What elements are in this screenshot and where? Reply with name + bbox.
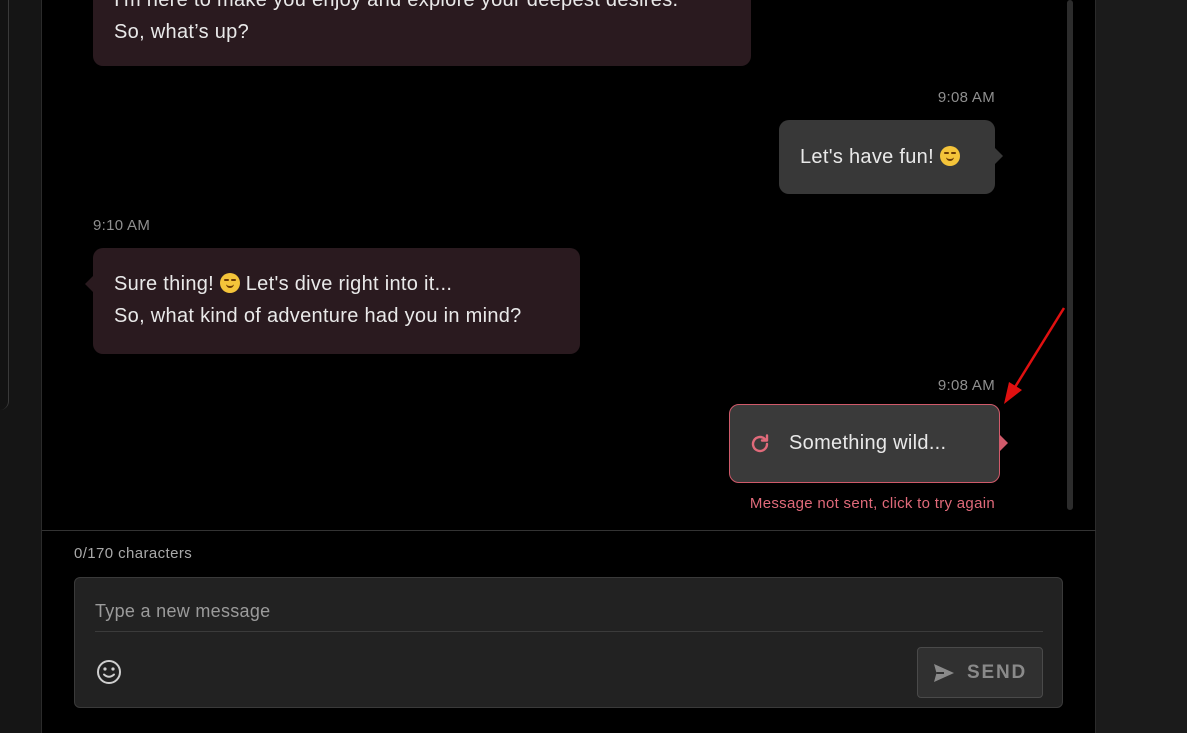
bot-message-line: I'm here to make you enjoy and explore y… [114, 0, 679, 11]
send-button[interactable]: SEND [917, 647, 1043, 698]
message-timestamp: 9:08 AM [937, 377, 995, 394]
left-panel-edge [0, 0, 9, 410]
bot-message-text: So, what kind of adventure had you in mi… [114, 305, 522, 327]
character-counter: 0/170 characters [74, 545, 193, 562]
failed-message-bubble[interactable]: Something wild... [729, 404, 1008, 483]
emoji-picker-icon[interactable] [95, 658, 123, 686]
send-icon [934, 663, 954, 682]
user-message-text: Let's have fun! [800, 146, 934, 168]
composer-divider [42, 530, 1096, 531]
chat-scrollbar[interactable] [1067, 0, 1073, 510]
bot-message-line: So, what’s up? [114, 21, 250, 43]
message-input[interactable] [95, 592, 1043, 632]
annotation-arrow [1004, 307, 1066, 404]
retry-icon[interactable] [748, 432, 772, 456]
bot-message-text: Sure thing! [114, 273, 215, 295]
user-message-bubble: Let's have fun! [779, 120, 1003, 194]
failed-message-text: Something wild... [789, 432, 947, 454]
smirking-face-emoji [939, 146, 960, 166]
bubble-tail [85, 276, 93, 292]
message-timestamp: 9:08 AM [937, 89, 995, 106]
bot-message-text: Let's dive right into it... [245, 273, 453, 295]
message-timestamp: 9:10 AM [93, 217, 151, 234]
message-error-retry-link[interactable]: Message not sent, click to try again [750, 495, 995, 512]
bubble-tail [995, 148, 1003, 164]
message-composer: SEND [74, 577, 1063, 708]
send-button-label: SEND [967, 661, 1027, 683]
smiling-face-emoji [219, 273, 240, 293]
bot-message-bubble: I'm here to make you enjoy and explore y… [93, 0, 751, 66]
right-gutter [1096, 0, 1187, 733]
bubble-tail [1000, 435, 1008, 451]
bot-message-bubble: Sure thing! Let's dive right into it... … [85, 248, 580, 354]
